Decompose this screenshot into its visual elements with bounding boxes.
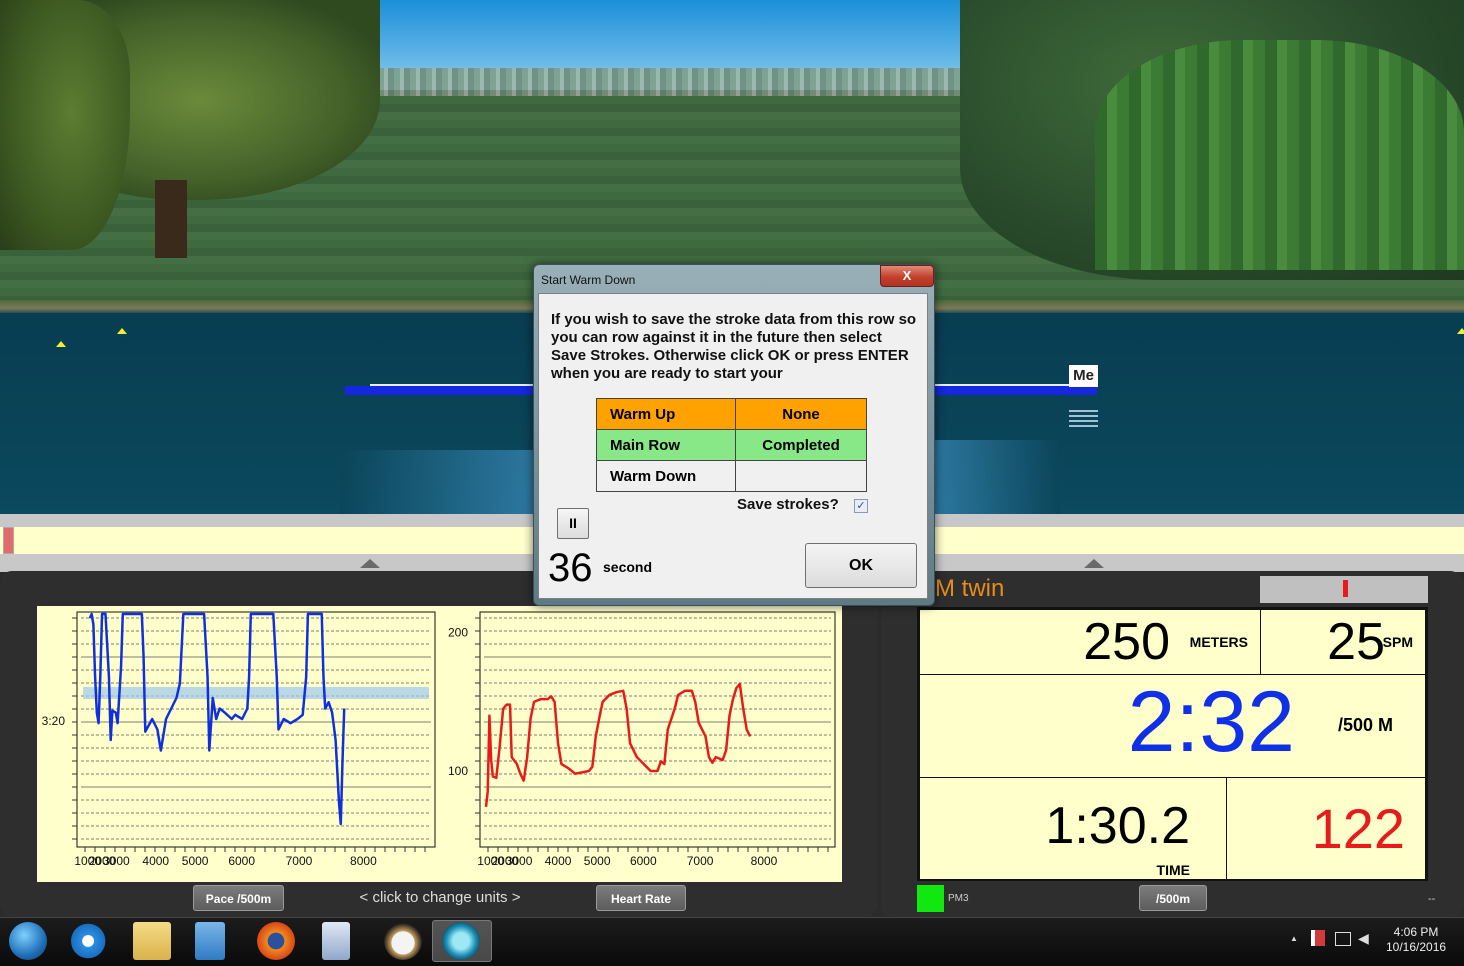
x-tick-label: 7000	[286, 854, 313, 868]
charts-area: 1000 2000 3000 4000 5000 6000 7000 8000 3:20 1000…	[37, 606, 842, 882]
me-boat-label: Me	[1069, 365, 1098, 387]
media-player-icon[interactable]	[195, 922, 225, 960]
x-tick-label: 4000	[142, 854, 169, 868]
countdown-value: 36	[548, 546, 593, 590]
save-strokes-checkbox[interactable]: ✓	[854, 499, 868, 513]
water-reflection	[340, 450, 540, 515]
tree-left-edge	[0, 0, 130, 250]
paint-icon[interactable]	[384, 922, 422, 960]
tree-trunk	[155, 180, 187, 258]
ok-button[interactable]: OK	[805, 543, 917, 588]
x-tick-label: 7000	[687, 854, 714, 868]
time-unit: TIME	[1156, 862, 1190, 878]
heart-rate-value: 122	[1311, 797, 1405, 860]
y-tick-label: 3:20	[42, 714, 66, 728]
tray-expand-icon[interactable]: ▲	[1290, 934, 1298, 943]
meters-value: 250	[1083, 613, 1170, 671]
me-boat-reflection	[1069, 410, 1098, 428]
clock-time: 4:06 PM	[1393, 925, 1439, 939]
status-dash: --	[1428, 893, 1436, 905]
dialog-message: If you wish to save the stroke data from…	[551, 311, 917, 382]
phase-table: Warm Up None Main Row Completed Warm Dow…	[596, 398, 867, 492]
pace-unit: /500 M	[1337, 715, 1393, 735]
calculator-icon[interactable]	[322, 922, 350, 960]
spm-value: 25	[1327, 613, 1385, 671]
phase-status: Completed	[735, 429, 867, 461]
x-tick-label: 4000	[545, 854, 572, 868]
buoy-marker	[1457, 328, 1464, 334]
pm-label: PM3	[948, 893, 969, 904]
internet-explorer-icon[interactable]	[71, 922, 109, 960]
meters-cell: 250 METERS	[919, 609, 1261, 675]
pace-units-button[interactable]: Pace /500m	[193, 885, 284, 911]
x-tick-label: 6000	[630, 854, 657, 868]
phase-label: Main Row	[596, 429, 736, 461]
x-tick-label: 5000	[584, 854, 611, 868]
buoy-marker	[117, 328, 127, 334]
x-tick-label: 3000	[506, 854, 533, 868]
spm-cell: 25 SPM	[1260, 609, 1426, 675]
phase-row: Warm Up None	[596, 398, 867, 430]
x-tick-label: 8000	[350, 854, 377, 868]
volume-icon[interactable]: ◀	[1358, 930, 1369, 947]
buoy-marker	[56, 341, 66, 347]
rowing-app-icon[interactable]	[442, 922, 480, 960]
x-tick-label: 3000	[103, 854, 130, 868]
change-units-hint: < click to change units >	[359, 889, 521, 906]
system-clock[interactable]: 4:06 PM 10/16/2016	[1386, 925, 1446, 955]
save-strokes-label: Save strokes?	[737, 496, 839, 513]
action-center-flag-icon[interactable]	[1311, 930, 1325, 946]
heart-rate-cell: 122	[1226, 777, 1426, 881]
charts-svg: 100020003000 4000 5000 6000 7000 80003:201000…	[42, 611, 836, 868]
y-tick-label: 100	[448, 764, 468, 778]
phase-label: Warm Up	[596, 398, 736, 430]
progress-marker[interactable]	[3, 527, 14, 554]
x-tick-label: 8000	[751, 854, 778, 868]
pm-connection-indicator	[917, 885, 944, 912]
pace-cell: 2:32 /500 M	[919, 674, 1426, 778]
countdown-unit: second	[603, 559, 653, 575]
bush-right	[1095, 40, 1464, 270]
windows-start-icon[interactable]	[9, 922, 47, 960]
x-tick-label: 5000	[182, 854, 209, 868]
phase-row: Warm Down	[596, 460, 867, 492]
pace-value: 2:32	[1127, 674, 1295, 770]
performance-monitor: 250 METERS 25 SPM 2:32 /500 M 1:30.2 TIM…	[917, 607, 1428, 881]
heart-rate-button[interactable]: Heart Rate	[596, 885, 686, 911]
resize-handle-left[interactable]	[360, 559, 380, 568]
phase-row: Main Row Completed	[596, 429, 867, 461]
meters-unit: METERS	[1189, 634, 1248, 650]
phase-status: None	[735, 398, 867, 430]
time-value: 1:30.2	[1045, 797, 1190, 855]
target-pace-band	[83, 687, 429, 699]
plot-frame	[76, 611, 436, 848]
clock-date: 10/16/2016	[1386, 940, 1447, 954]
x-tick-label: 6000	[228, 854, 255, 868]
file-explorer-icon[interactable]	[133, 922, 171, 960]
network-icon[interactable]	[1335, 932, 1351, 946]
monitor-units-button[interactable]: /500m	[1139, 885, 1207, 911]
monitor-title: M twin	[935, 575, 1005, 602]
time-cell: 1:30.2 TIME	[919, 777, 1227, 881]
firefox-icon[interactable]	[257, 922, 295, 960]
dialog-title: Start Warm Down	[541, 273, 636, 287]
phase-status	[735, 460, 867, 492]
phase-label: Warm Down	[596, 460, 736, 492]
water-reflection	[930, 440, 1060, 515]
plot-frame	[479, 611, 836, 848]
spm-unit: SPM	[1382, 634, 1413, 650]
pause-button[interactable]: II	[557, 508, 589, 539]
stroke-meter-indicator	[1343, 580, 1348, 597]
y-tick-label: 200	[448, 626, 468, 640]
resize-handle-right[interactable]	[1084, 559, 1104, 568]
dialog-close-button[interactable]: X	[880, 265, 934, 287]
